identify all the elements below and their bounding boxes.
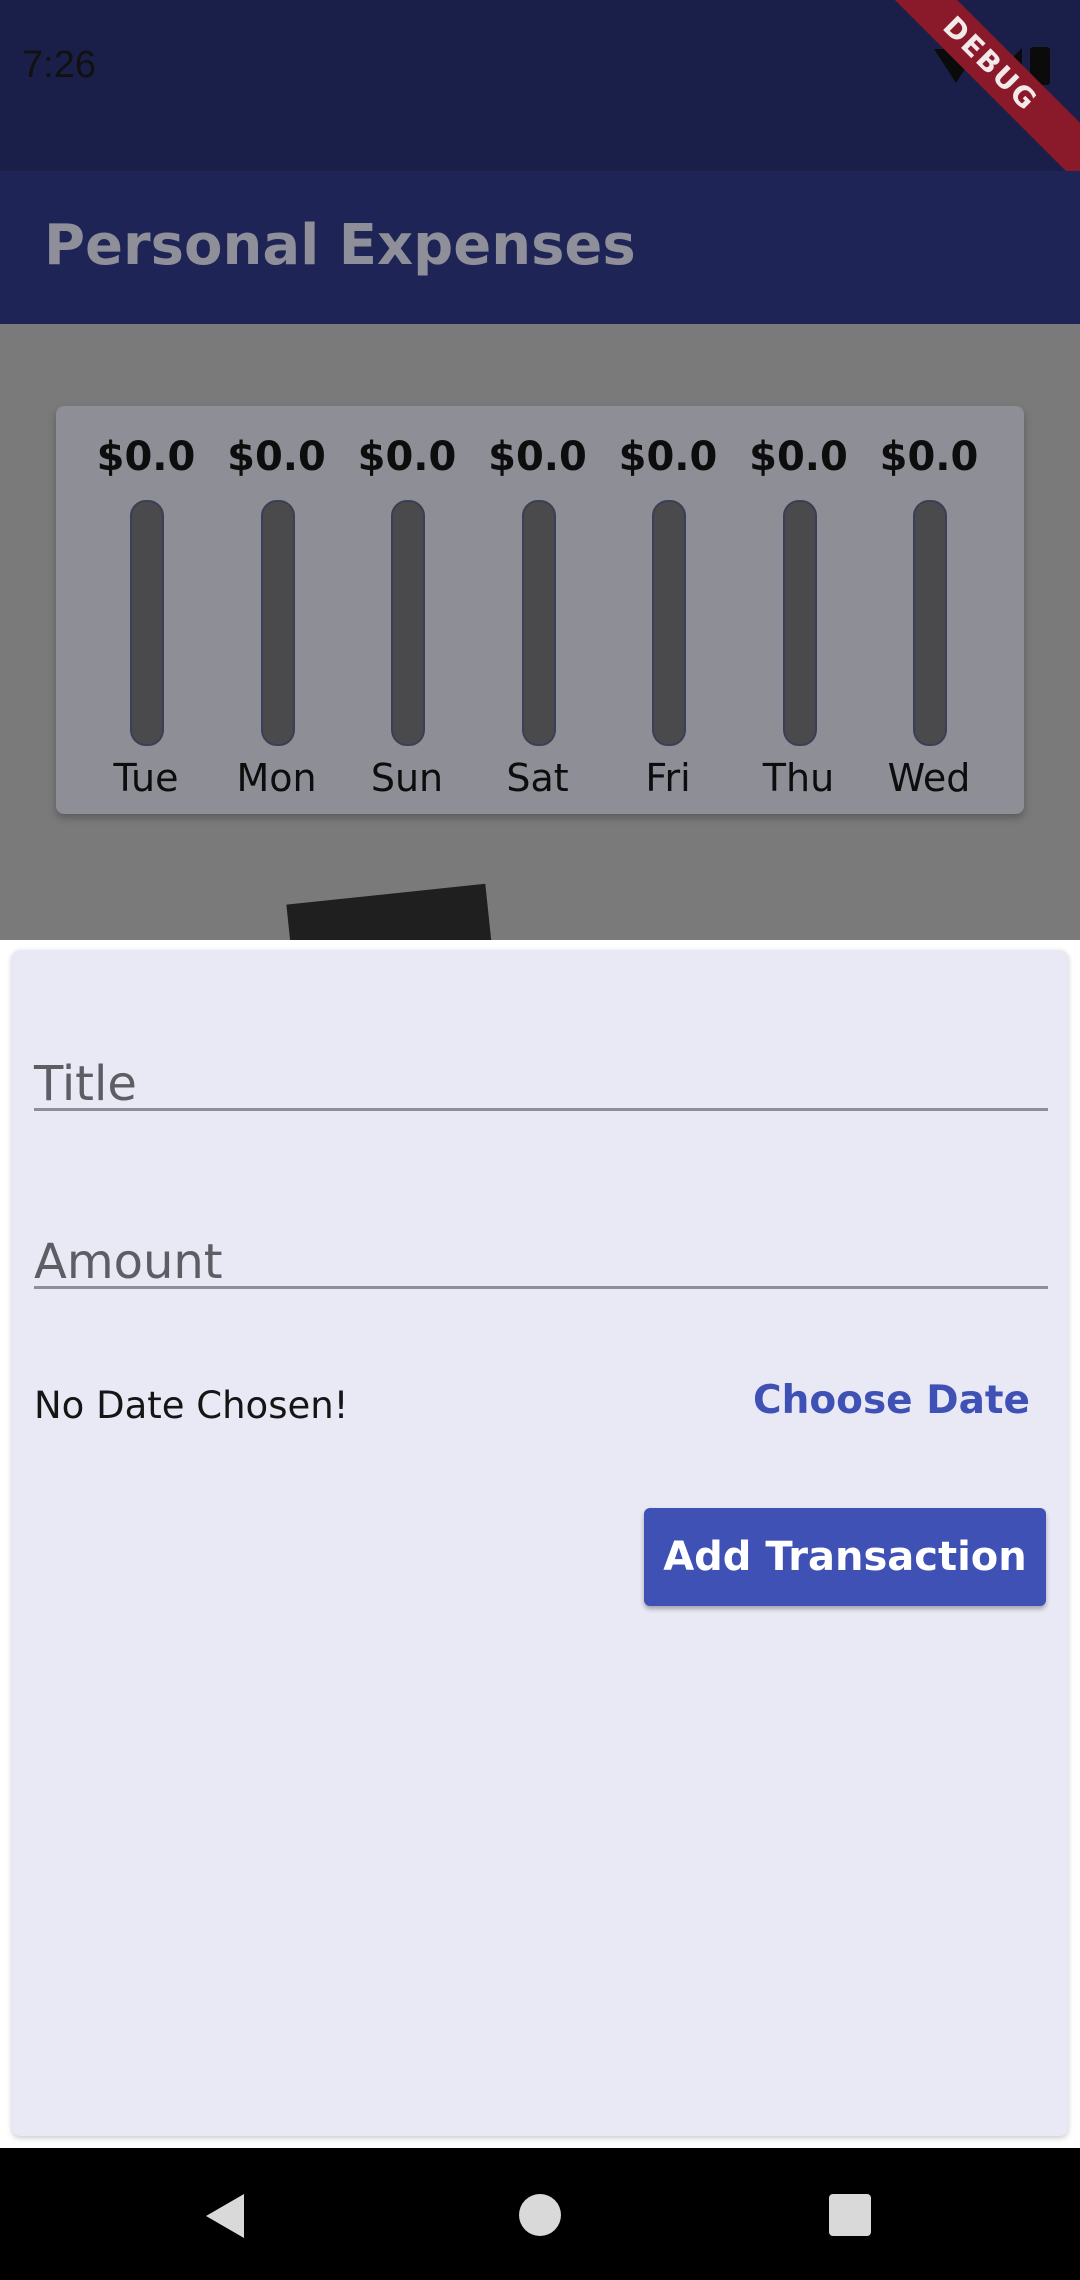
title-input[interactable] — [34, 988, 1052, 1110]
bar-day-label: Wed — [887, 756, 971, 800]
chart-bar-column: $0.0 Mon — [217, 406, 337, 814]
status-bar: 7:26 DEBUG — [0, 0, 1080, 186]
debug-banner: DEBUG — [868, 0, 1080, 186]
amount-input[interactable] — [34, 1166, 1052, 1288]
bottom-sheet: Title Amount No Date Chosen! Choose Date… — [0, 940, 1080, 2148]
bar-track — [521, 500, 556, 746]
bar-day-label: Sat — [506, 756, 569, 800]
bar-track — [913, 500, 947, 746]
weekly-chart: $0.0 Tue $0.0 Mon $0.0 Sun $0.0 Sat $0.0 Fri $0.0 T… — [56, 406, 1024, 814]
bar-amount-label: $0.0 — [96, 434, 196, 480]
bar-amount-label: $0.0 — [488, 434, 587, 480]
chart-bar-column: $0.0 Fri — [608, 406, 728, 814]
bar-track — [260, 500, 295, 746]
empty-state-image — [286, 883, 494, 940]
bar-track — [782, 500, 817, 746]
bar-day-label: Sun — [370, 756, 444, 800]
bar-amount-label: $0.0 — [618, 434, 718, 480]
chart-bar-column: $0.0 Tue — [86, 406, 206, 814]
add-transaction-button[interactable]: Add Transaction — [644, 1508, 1046, 1606]
app-title: Personal Expenses — [44, 213, 636, 278]
date-status-text: No Date Chosen! — [34, 1384, 349, 1427]
background-scrim[interactable]: $0.0 Tue $0.0 Mon $0.0 Sun $0.0 Sat $0.0 Fri $0.0 T… — [0, 324, 1080, 940]
navigation-bar — [0, 2148, 1080, 2280]
bar-day-label: Fri — [645, 756, 691, 800]
status-time: 7:26 — [22, 44, 96, 86]
chart-bar-column: $0.0 Thu — [739, 406, 859, 814]
amount-field[interactable]: Amount — [34, 1166, 1052, 1290]
bar-day-label: Mon — [236, 756, 317, 800]
chart-bar-column: $0.0 Sat — [478, 406, 598, 814]
bar-amount-label: $0.0 — [357, 434, 457, 480]
choose-date-button[interactable]: Choose Date — [753, 1378, 1030, 1423]
bar-day-label: Tue — [113, 756, 179, 800]
bar-track — [652, 500, 686, 746]
new-transaction-card: Title Amount No Date Chosen! Choose Date… — [12, 950, 1068, 2136]
back-icon[interactable] — [206, 2194, 244, 2238]
bar-day-label: Thu — [762, 756, 835, 800]
home-icon[interactable] — [519, 2194, 561, 2236]
chart-bar-column: $0.0 Sun — [347, 406, 467, 814]
chart-bar-column: $0.0 Wed — [869, 406, 989, 814]
bar-amount-label: $0.0 — [879, 434, 979, 480]
bar-amount-label: $0.0 — [749, 434, 848, 480]
recents-icon[interactable] — [829, 2194, 871, 2236]
bar-amount-label: $0.0 — [227, 434, 326, 480]
bar-track — [130, 500, 164, 746]
app-bar: Personal Expenses — [0, 171, 1080, 324]
bar-track — [391, 500, 425, 746]
title-field[interactable]: Title — [34, 988, 1052, 1112]
